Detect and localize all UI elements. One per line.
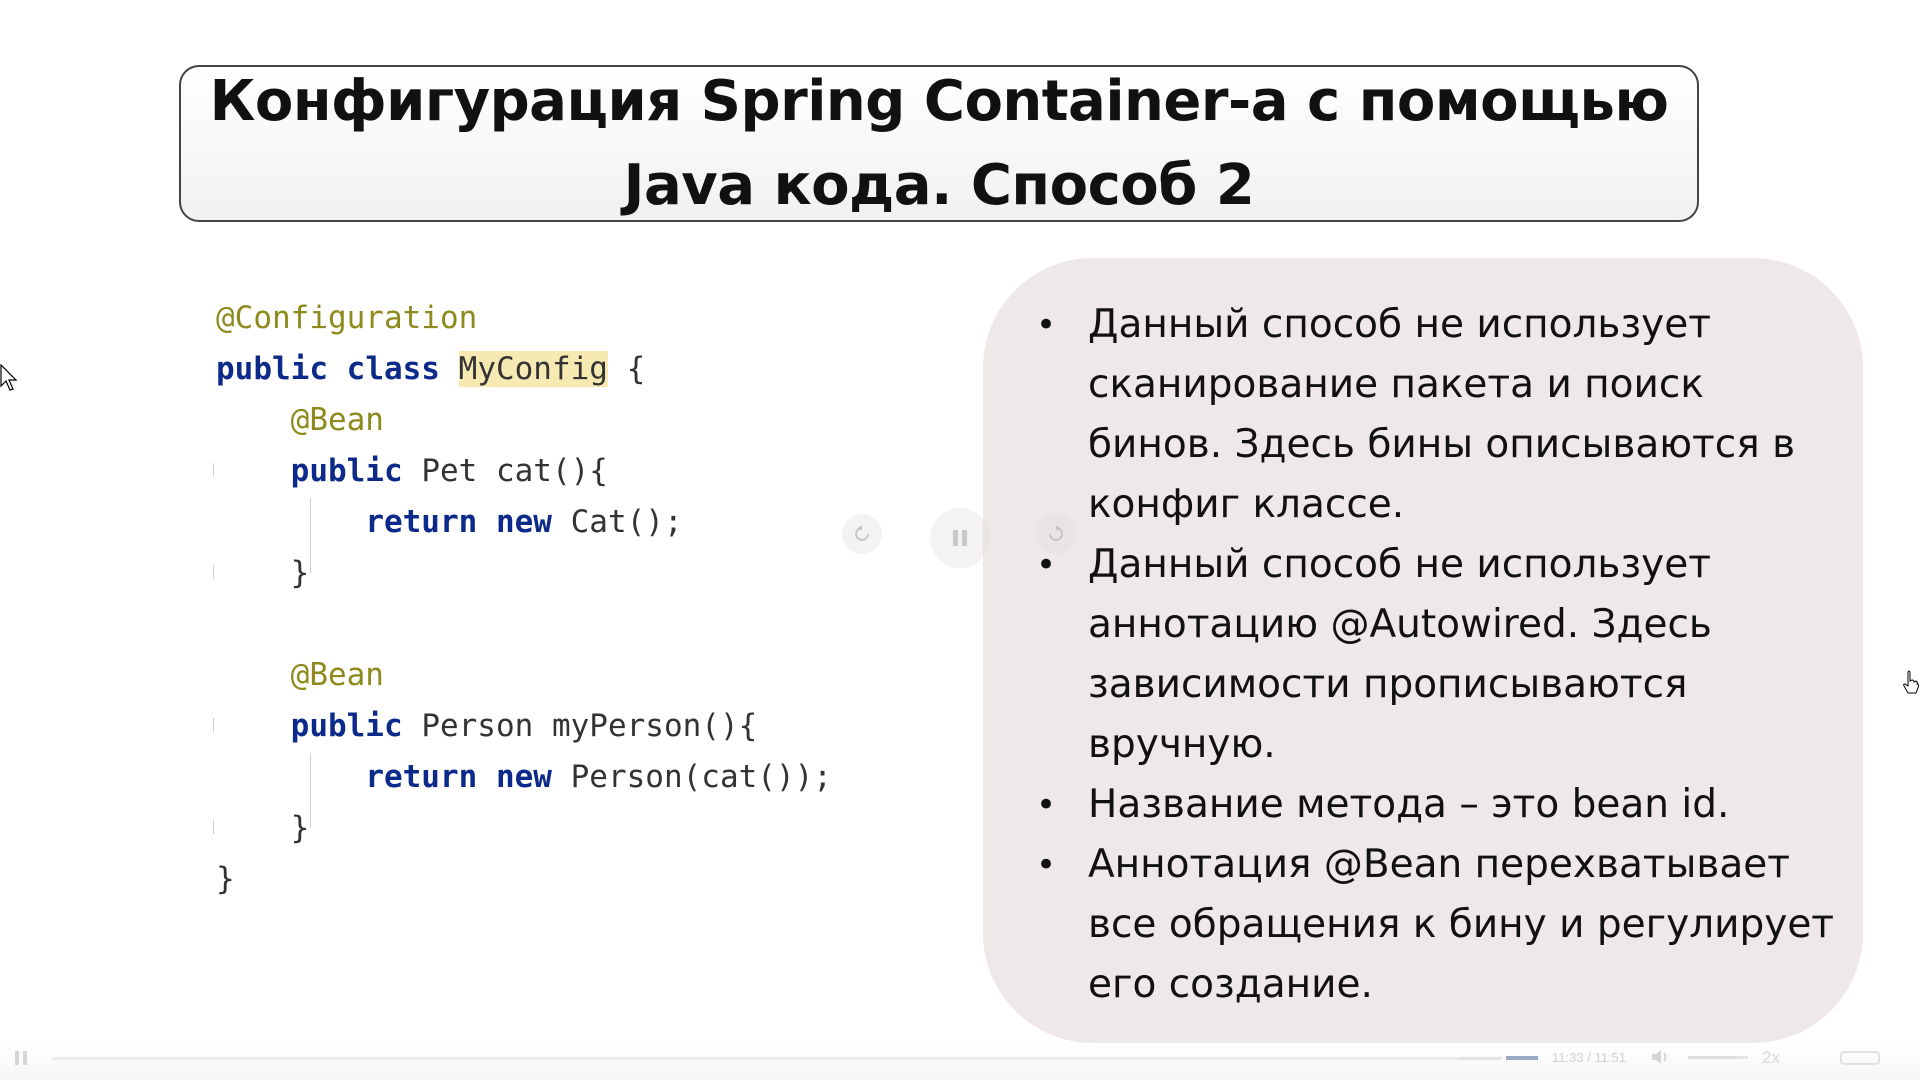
pause-icon [953, 530, 967, 546]
code-method: myPerson(){ [551, 708, 758, 744]
code-line: } [216, 548, 976, 599]
center-pause-button[interactable] [930, 508, 990, 568]
code-keyword: new [495, 504, 552, 540]
forward-button[interactable] [1036, 514, 1076, 554]
play-pause-button[interactable] [14, 1050, 28, 1070]
current-time: 11:33 [1552, 1050, 1584, 1065]
code-keyword: public [216, 351, 328, 387]
code-line: @Bean [216, 395, 976, 446]
slide-title: Конфигурация Spring Container-а с помощь… [209, 68, 1669, 218]
bullet-text: Название метода – это bean id. [1088, 782, 1730, 827]
rewind-button[interactable] [842, 514, 882, 554]
code-annotation: @Bean [290, 657, 384, 693]
code-keyword: new [495, 759, 552, 795]
time-display: 11:33 / 11:51 [1552, 1050, 1626, 1065]
code-constructor: Cat(); [570, 504, 683, 540]
title-box: Конфигурация Spring Container-а с помощь… [179, 65, 1699, 222]
code-keyword: class [346, 351, 440, 387]
indent-guide [213, 463, 214, 477]
video-player-bar [0, 1040, 1920, 1080]
code-line: public class MyConfig { [216, 344, 976, 395]
volume-icon [1652, 1050, 1667, 1064]
code-line: @Configuration [216, 293, 976, 344]
time-separator: / [1587, 1050, 1591, 1065]
indent-guide [213, 565, 214, 579]
code-line: } [216, 854, 976, 905]
volume-fill [1688, 1056, 1736, 1059]
fullscreen-icon [1840, 1051, 1880, 1065]
progress-fill [52, 1057, 1459, 1060]
arrow-cursor-icon [0, 364, 18, 391]
hand-cursor-icon [1903, 670, 1919, 694]
code-keyword: public [290, 708, 403, 744]
bullet-item: • Название метода – это bean id. [1030, 775, 1850, 835]
bullet-list: • Данный способ не использует сканировани… [1030, 295, 1850, 1015]
code-block: @Configuration public class MyConfig { @… [213, 293, 976, 905]
bullet-item: • Данный способ не использует сканировани… [1030, 295, 1850, 535]
bullet-item: • Аннотация @Bean перехватывает все обращ… [1030, 835, 1850, 1015]
bullet-dot: • [1036, 845, 1057, 885]
code-brace: } [216, 861, 235, 897]
bullet-text: Данный способ не использует сканирование… [1088, 302, 1796, 527]
duration: 11:51 [1594, 1050, 1627, 1065]
volume-slider[interactable] [1688, 1056, 1748, 1059]
code-type: Pet [421, 453, 478, 489]
code-line: public Pet cat(){ [216, 446, 976, 497]
code-class-name: MyConfig [458, 351, 608, 387]
code-line: public Person myPerson(){ [216, 701, 976, 752]
bullet-dot: • [1036, 305, 1057, 345]
code-type: Person [421, 708, 534, 744]
code-keyword: public [290, 453, 403, 489]
code-brace: } [290, 810, 310, 846]
bullet-text: Аннотация @Bean перехватывает все обраще… [1088, 842, 1835, 1007]
bullet-text: Данный способ не использует аннотацию @A… [1088, 542, 1712, 767]
code-constructor: Person(cat()); [570, 759, 832, 795]
forward-icon [1049, 525, 1063, 541]
code-line: @Bean [216, 650, 976, 701]
rewind-icon [855, 525, 869, 541]
bullet-dot: • [1036, 785, 1057, 825]
volume-button[interactable] [1650, 1048, 1670, 1070]
pause-icon [15, 1051, 27, 1065]
code-brace: { [626, 351, 646, 387]
bullet-item: • Данный способ не использует аннотацию @… [1030, 535, 1850, 775]
indent-guide [213, 820, 214, 834]
code-annotation: @Configuration [216, 300, 478, 336]
code-brace: } [290, 555, 310, 591]
progress-track[interactable] [52, 1057, 1502, 1060]
code-keyword: return [365, 504, 478, 540]
indent-guide [213, 718, 214, 732]
code-line: return new Person(cat()); [216, 752, 976, 803]
speed-button[interactable]: 2x [1762, 1048, 1780, 1068]
fullscreen-button[interactable] [1840, 1050, 1880, 1070]
progress-handle[interactable] [1506, 1056, 1538, 1060]
code-annotation: @Bean [290, 402, 384, 438]
code-line: } [216, 803, 976, 854]
code-method: cat(){ [495, 453, 608, 489]
code-keyword: return [365, 759, 478, 795]
